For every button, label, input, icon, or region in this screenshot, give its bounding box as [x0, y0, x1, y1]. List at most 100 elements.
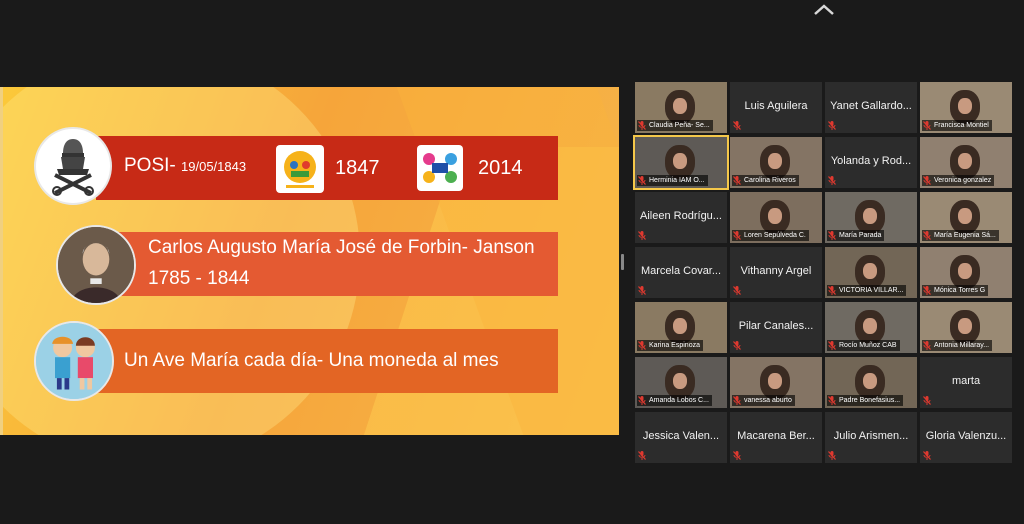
participant-video-thumbnail	[950, 255, 980, 289]
year-1847-text: 1847	[335, 157, 380, 179]
participant-name-label: Amanda Lobos C...	[637, 395, 712, 406]
panel-resize-handle[interactable]	[621, 254, 624, 270]
mic-muted-icon	[828, 121, 836, 130]
participant-tile[interactable]: Francisca Montiel	[920, 82, 1012, 133]
iam-logo	[417, 145, 463, 191]
mic-muted-icon	[733, 231, 741, 240]
participant-name: Jessica Valen...	[642, 430, 720, 442]
participant-name-label: María Eugenia Sá...	[922, 230, 999, 241]
mic-muted-icon	[638, 396, 646, 405]
participant-name-label: Carolina Riveros	[732, 175, 799, 186]
mic-muted-icon	[828, 286, 836, 295]
infancia-misionera-logo	[276, 145, 324, 193]
participant-video-thumbnail	[760, 145, 790, 179]
participant-video-thumbnail	[855, 310, 885, 344]
participant-tile[interactable]: Macarena Ber...	[730, 412, 822, 463]
mic-muted-icon	[828, 341, 836, 350]
mic-muted-icon	[638, 341, 646, 350]
participant-name-label: Herminia IAM O...	[637, 175, 708, 186]
mic-muted-icon	[828, 231, 836, 240]
founder-name-text: Carlos Augusto María José de Forbin- Jan…	[148, 237, 535, 258]
posi-date-text: POSI- 19/05/1843	[124, 155, 247, 176]
participant-tile[interactable]: Amanda Lobos C...	[635, 357, 727, 408]
participant-name: Aileen Rodrígu...	[640, 210, 722, 222]
mic-muted-icon	[923, 451, 931, 460]
mic-muted-icon	[828, 396, 836, 405]
mic-muted-icon	[923, 396, 931, 405]
mic-muted-icon	[923, 176, 931, 185]
mic-muted-icon	[828, 451, 836, 460]
participant-name-label: VICTORIA VILLAR...	[827, 285, 907, 296]
chevron-up-icon[interactable]	[812, 3, 836, 17]
participant-tile[interactable]: Yolanda y Rod...	[825, 137, 917, 188]
mic-muted-icon	[923, 286, 931, 295]
participant-video-thumbnail	[760, 365, 790, 399]
participant-tile[interactable]: María Parada	[825, 192, 917, 243]
participant-tile[interactable]: Marcela Covar...	[635, 247, 727, 298]
participant-name: Yanet Gallardo...	[830, 100, 912, 112]
year-2014-text: 2014	[478, 157, 523, 179]
participant-tile[interactable]: Luis Aguilera	[730, 82, 822, 133]
participant-tile[interactable]: Karina Espinoza	[635, 302, 727, 353]
participant-name: Macarena Ber...	[737, 430, 815, 442]
mic-muted-icon	[733, 341, 741, 350]
participant-tile[interactable]: Jessica Valen...	[635, 412, 727, 463]
mic-muted-icon	[733, 121, 741, 130]
mic-muted-icon	[733, 286, 741, 295]
participant-tile[interactable]: Loren Sepúlveda C.	[730, 192, 822, 243]
participant-tile[interactable]: Veronica gonzalez	[920, 137, 1012, 188]
mic-muted-icon	[923, 121, 931, 130]
participant-name-label: Rocío Muñoz CAB	[827, 340, 900, 351]
participant-video-thumbnail	[665, 90, 695, 124]
mic-muted-icon	[638, 451, 646, 460]
participant-name-label: Claudia Peña- Se...	[637, 120, 713, 131]
participant-tile[interactable]: Herminia IAM O...	[633, 135, 729, 190]
participant-tile[interactable]: vanessa aburto	[730, 357, 822, 408]
mic-muted-icon	[638, 231, 646, 240]
participant-name: marta	[951, 375, 981, 387]
participant-name-label: Veronica gonzalez	[922, 175, 995, 186]
mic-muted-icon	[638, 286, 646, 295]
participant-video-thumbnail	[950, 145, 980, 179]
participant-video-thumbnail	[855, 365, 885, 399]
participant-name-label: Antonia Millaray...	[922, 340, 993, 351]
participant-video-thumbnail	[665, 145, 695, 179]
participant-video-thumbnail	[950, 90, 980, 124]
participant-tile[interactable]: Aileen Rodrígu...	[635, 192, 727, 243]
participant-name: Pilar Canales...	[738, 320, 814, 332]
participant-name: Marcela Covar...	[640, 265, 722, 277]
participant-tile[interactable]: Rocío Muñoz CAB	[825, 302, 917, 353]
participant-tile[interactable]: Carolina Riveros	[730, 137, 822, 188]
papal-coat-of-arms-image	[34, 127, 112, 205]
participant-video-thumbnail	[665, 365, 695, 399]
mic-muted-icon	[923, 341, 931, 350]
mic-muted-icon	[638, 121, 646, 130]
participant-tile[interactable]: Gloria Valenzu...	[920, 412, 1012, 463]
participant-tile[interactable]: marta	[920, 357, 1012, 408]
participant-video-thumbnail	[855, 200, 885, 234]
mic-muted-icon	[733, 176, 741, 185]
participant-name-label: Loren Sepúlveda C.	[732, 230, 809, 241]
participant-tile[interactable]: Julio Arismen...	[825, 412, 917, 463]
participant-name: Julio Arismen...	[833, 430, 909, 442]
participant-tile[interactable]: Pilar Canales...	[730, 302, 822, 353]
participant-tile[interactable]: VICTORIA VILLAR...	[825, 247, 917, 298]
participant-name-label: Francisca Montiel	[922, 120, 992, 131]
participant-tile[interactable]: María Eugenia Sá...	[920, 192, 1012, 243]
participant-tile[interactable]: Claudia Peña- Se...	[635, 82, 727, 133]
participant-tile[interactable]: Yanet Gallardo...	[825, 82, 917, 133]
participant-tile[interactable]: Mónica Torres G	[920, 247, 1012, 298]
participant-name: Luis Aguilera	[744, 100, 808, 112]
founder-portrait-image	[56, 225, 136, 305]
participant-name: Vithanny Argel	[740, 265, 812, 277]
participant-tile[interactable]: Padre Bonefasius...	[825, 357, 917, 408]
children-illustration-image	[34, 321, 114, 401]
founder-years-text: 1785 - 1844	[148, 268, 250, 289]
participant-tile[interactable]: Antonia Millaray...	[920, 302, 1012, 353]
participant-video-thumbnail	[665, 310, 695, 344]
participant-name: Gloria Valenzu...	[925, 430, 1007, 442]
participant-tile[interactable]: Vithanny Argel	[730, 247, 822, 298]
motto-text: Un Ave María cada día- Una moneda al mes	[124, 350, 499, 371]
mic-muted-icon	[733, 451, 741, 460]
participant-video-thumbnail	[950, 310, 980, 344]
